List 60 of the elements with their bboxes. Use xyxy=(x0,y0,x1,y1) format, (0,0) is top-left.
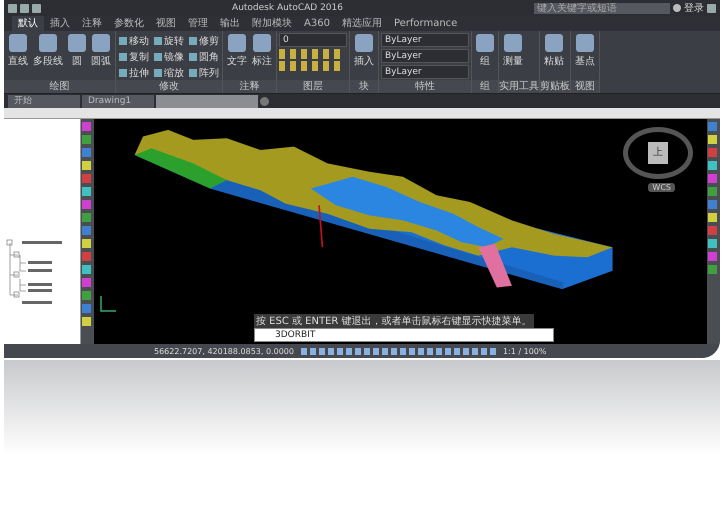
ribbon-tab[interactable]: Performance xyxy=(388,16,464,31)
ribbon-tab[interactable]: 精选应用 xyxy=(336,16,388,31)
ribbon-tab[interactable]: 插入 xyxy=(44,16,76,31)
property-dropdown[interactable]: ByLayer xyxy=(381,33,469,47)
ribbon-tool-button[interactable]: 圆 xyxy=(66,33,88,80)
panel-title[interactable]: 特性 xyxy=(379,80,471,93)
ribbon-tab[interactable]: 视图 xyxy=(150,16,182,31)
panel-title[interactable]: 组 xyxy=(472,80,498,93)
property-dropdown[interactable]: ByLayer xyxy=(381,49,469,63)
annotation-scale-button[interactable]: 1:1 / 100% xyxy=(502,346,546,356)
panel-title[interactable]: 注释 xyxy=(223,80,276,93)
sign-in-link[interactable]: 登录 xyxy=(684,1,704,15)
panel-title[interactable]: 块 xyxy=(350,80,378,93)
ribbon-tab[interactable]: 默认 xyxy=(12,16,44,31)
ribbon-tool-button[interactable]: 镜像 xyxy=(153,49,185,64)
document-tab[interactable]: Drawing1 xyxy=(82,95,154,108)
ribbon-tool-button[interactable]: 修剪 xyxy=(188,33,220,48)
ribbon-tab[interactable]: 注释 xyxy=(76,16,108,31)
panel-title[interactable]: 实用工具 xyxy=(499,80,539,93)
panel-title[interactable]: 图层 xyxy=(277,80,349,93)
ribbon-tool-button[interactable]: 标注 xyxy=(250,33,274,80)
window-title: Autodesk AutoCAD 2016 xyxy=(232,3,343,13)
panel-title[interactable]: 剪贴板 xyxy=(540,80,570,93)
panel-title[interactable]: 视图 xyxy=(571,80,599,93)
layer-dropdown[interactable]: 0 xyxy=(279,33,347,47)
ribbon-tool-button[interactable]: 插入 xyxy=(352,33,376,80)
ucs-axis-icon xyxy=(98,294,118,314)
ribbon-tool-button[interactable]: 粘贴 xyxy=(542,33,566,80)
viewcube[interactable]: 上 xyxy=(623,127,693,179)
command-line-field[interactable]: 3DORBIT xyxy=(254,328,554,342)
property-dropdown[interactable]: ByLayer xyxy=(381,65,469,79)
layer-tree-drawing xyxy=(6,239,63,305)
ribbon-tool-button[interactable]: 移动 xyxy=(118,33,150,48)
ribbon-tool-button[interactable]: 文字 xyxy=(225,33,249,80)
ribbon-tool-button[interactable]: 测量 xyxy=(501,33,525,80)
coordinates-readout: 56622.7207, 420188.0853, 0.0000 xyxy=(154,346,294,356)
ribbon-tool-button[interactable]: 多段线 xyxy=(31,33,65,80)
ribbon-tab[interactable]: 输出 xyxy=(214,16,246,31)
ribbon-tool-button[interactable]: 圆弧 xyxy=(89,33,113,80)
user-icon xyxy=(673,4,682,12)
panel-title[interactable]: 绘图 xyxy=(4,80,115,93)
ribbon-tool-button[interactable]: 阵列 xyxy=(188,65,220,80)
command-history: 按 ESC 或 ENTER 键退出，或者单击鼠标右键显示快捷菜单。 xyxy=(254,314,534,328)
ribbon-tool-button[interactable]: 圆角 xyxy=(188,49,220,64)
ribbon-tool-button[interactable]: 旋转 xyxy=(153,33,185,48)
ribbon-tool-button[interactable]: 组 xyxy=(474,33,496,80)
ribbon-tab[interactable]: 管理 xyxy=(182,16,214,31)
ribbon-tab[interactable]: 参数化 xyxy=(108,16,150,31)
ribbon-tool-button[interactable]: 直线 xyxy=(6,33,30,80)
panel-title[interactable]: 修改 xyxy=(116,80,222,93)
ribbon-tab[interactable]: A360 xyxy=(298,16,336,31)
new-tab-icon[interactable] xyxy=(260,97,269,106)
wcs-menu-button[interactable]: WCS xyxy=(648,183,675,192)
ribbon-tool-button[interactable]: 缩放 xyxy=(153,65,185,80)
ribbon-tool-button[interactable]: 复制 xyxy=(118,49,150,64)
ribbon-tool-button[interactable]: 基点 xyxy=(573,33,597,80)
viewcube-face[interactable]: 上 xyxy=(648,142,668,164)
ribbon-tool-button[interactable]: 拉伸 xyxy=(118,65,150,80)
ribbon-tab[interactable]: 附加模块 xyxy=(246,16,298,31)
document-tab[interactable]: 开始 xyxy=(8,95,80,108)
